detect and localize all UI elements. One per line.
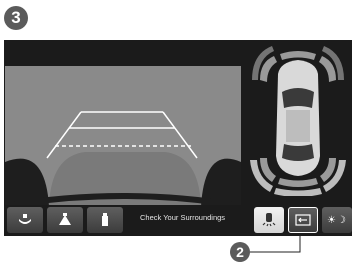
manual-figure: 3 Check Your Surroundings ☀☽ 2 [0,0,356,270]
callout-leader-line [250,234,301,253]
callout-number-badge: 2 [230,242,250,262]
